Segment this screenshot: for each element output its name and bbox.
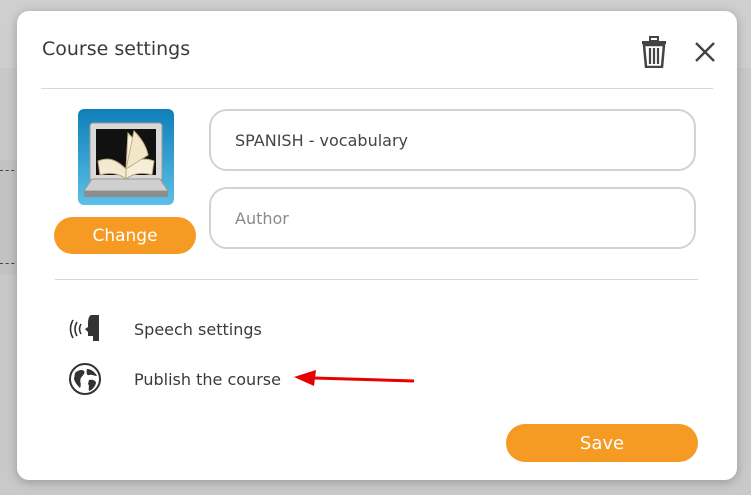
speech-settings-item[interactable]: Speech settings: [67, 311, 262, 347]
speech-settings-label: Speech settings: [134, 319, 262, 339]
close-icon: [695, 42, 715, 62]
course-title-input[interactable]: [209, 109, 696, 171]
delete-course-button[interactable]: [639, 36, 669, 69]
background-panel: [0, 160, 18, 275]
section-divider: [55, 279, 698, 280]
publish-course-label: Publish the course: [134, 369, 281, 389]
dialog-title: Course settings: [42, 38, 191, 60]
course-settings-dialog: Course settings Change SPANISH - vocabul…: [17, 11, 737, 480]
close-button[interactable]: [692, 39, 718, 65]
save-button[interactable]: Save: [506, 424, 698, 462]
header-divider: [41, 88, 713, 89]
speech-icon: [67, 311, 103, 347]
change-cover-button[interactable]: Change: [54, 217, 196, 254]
trash-icon: [642, 36, 666, 69]
annotation-arrow: [294, 370, 415, 386]
course-cover-image: [78, 109, 174, 205]
globe-icon: [67, 361, 103, 397]
author-input[interactable]: [209, 187, 696, 249]
publish-course-item[interactable]: Publish the course: [67, 361, 281, 397]
